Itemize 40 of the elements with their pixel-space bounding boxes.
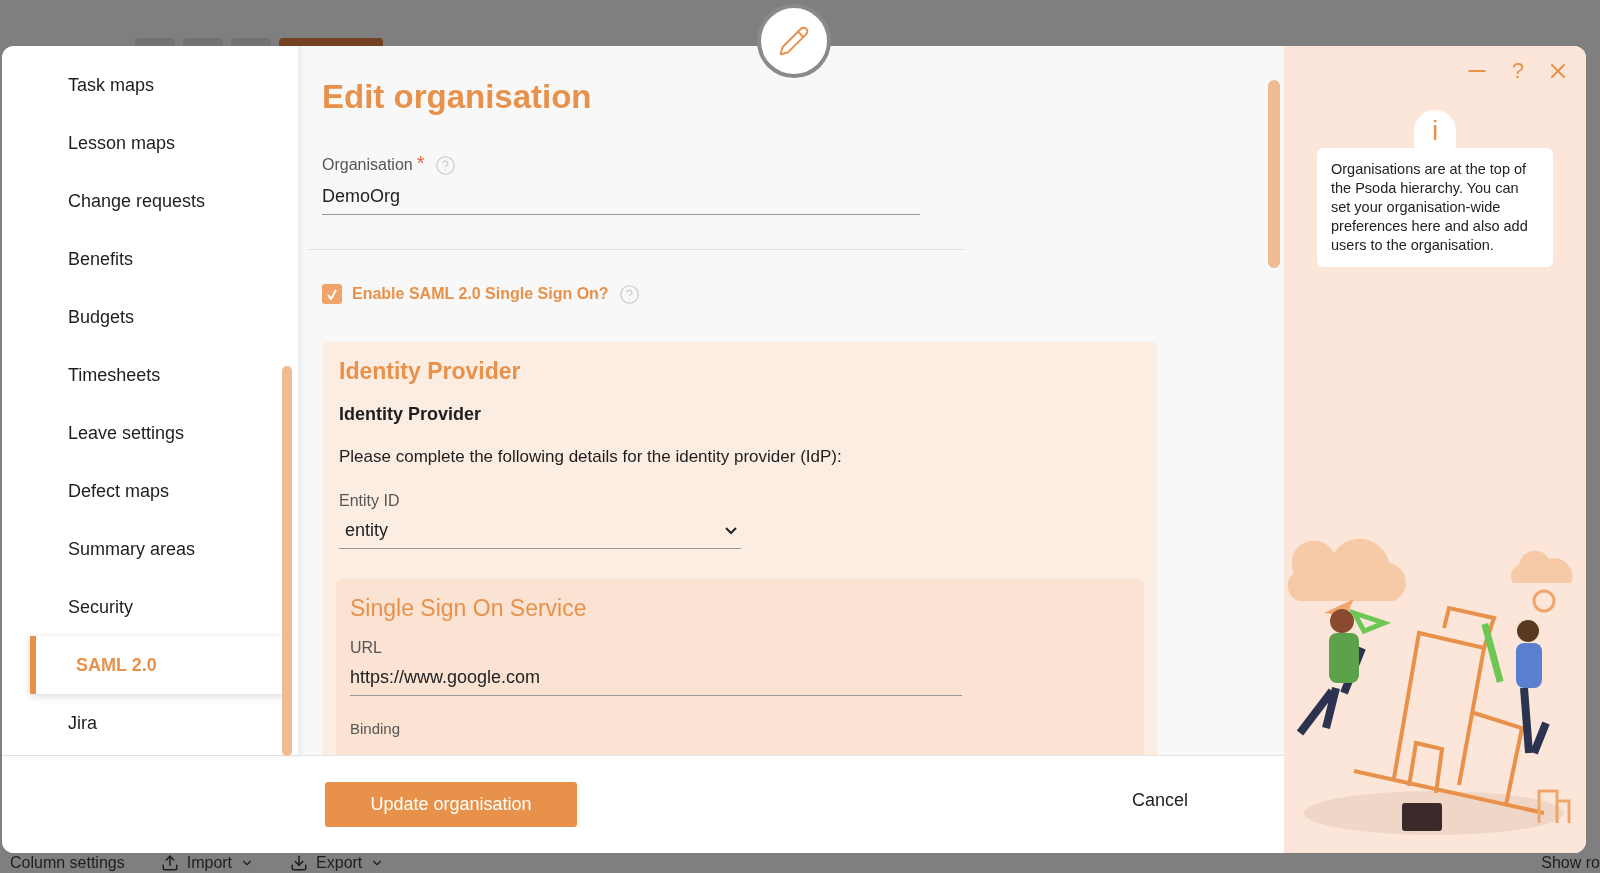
sidebar-item[interactable]: Benefits <box>2 230 298 288</box>
help-icon[interactable] <box>434 154 456 176</box>
section-title: Single Sign On Service <box>350 594 588 624</box>
field-label: URL <box>350 637 383 658</box>
help-icon[interactable] <box>618 283 640 305</box>
sidebar-item[interactable]: Timesheets <box>2 346 298 404</box>
sidebar-item[interactable]: Task maps <box>2 56 298 114</box>
checkmark-icon <box>327 288 337 300</box>
scrollbar[interactable] <box>1268 80 1280 268</box>
required-mark: * <box>416 153 425 174</box>
info-text: Organisations are at the top of the Psoda hierarchy. You can set your organisation-wide preferences here and also add users to the organisation. <box>1317 148 1553 267</box>
pencil-icon <box>778 25 810 57</box>
toolbar-link[interactable]: Export <box>316 851 363 873</box>
sidebar-item[interactable]: Jira <box>2 694 298 752</box>
field-label: Organisation <box>322 155 413 176</box>
download-icon <box>290 854 309 872</box>
scrollbar[interactable] <box>282 366 292 756</box>
sidebar-item[interactable]: Leave settings <box>2 404 298 462</box>
dialog-title: Edit organisation <box>322 77 593 117</box>
sidebar-item[interactable]: Defect maps <box>2 462 298 520</box>
section-title: Identity Provider <box>339 357 522 387</box>
url-field[interactable]: https://www.google.com <box>350 659 962 696</box>
description: Please complete the following details for the identity provider (IdP): <box>339 445 843 468</box>
sidebar-item[interactable]: Lesson maps <box>2 114 298 172</box>
toolbar-link[interactable]: Column settings <box>10 851 125 873</box>
field-label: Entity ID <box>339 491 401 512</box>
sidebar-item[interactable]: Security <box>2 578 298 636</box>
entity-id-dropdown[interactable]: entity <box>339 513 741 550</box>
toolbar-link[interactable]: Show ro <box>1541 851 1600 873</box>
sidebar-item[interactable]: Change requests <box>2 172 298 230</box>
upload-icon <box>160 854 179 872</box>
toolbar-link[interactable]: Import <box>186 851 233 873</box>
section-subtitle: Identity Provider <box>339 402 483 426</box>
organisation-field[interactable]: DemoOrg <box>322 179 920 216</box>
cancel-button[interactable]: Cancel <box>1131 787 1188 814</box>
checkbox[interactable] <box>322 284 342 305</box>
sidebar-item[interactable]: Summary areas <box>2 520 298 578</box>
sidebar-item[interactable]: Budgets <box>2 288 298 346</box>
chevron-down-icon <box>725 526 737 535</box>
field-label: Binding <box>350 718 402 739</box>
